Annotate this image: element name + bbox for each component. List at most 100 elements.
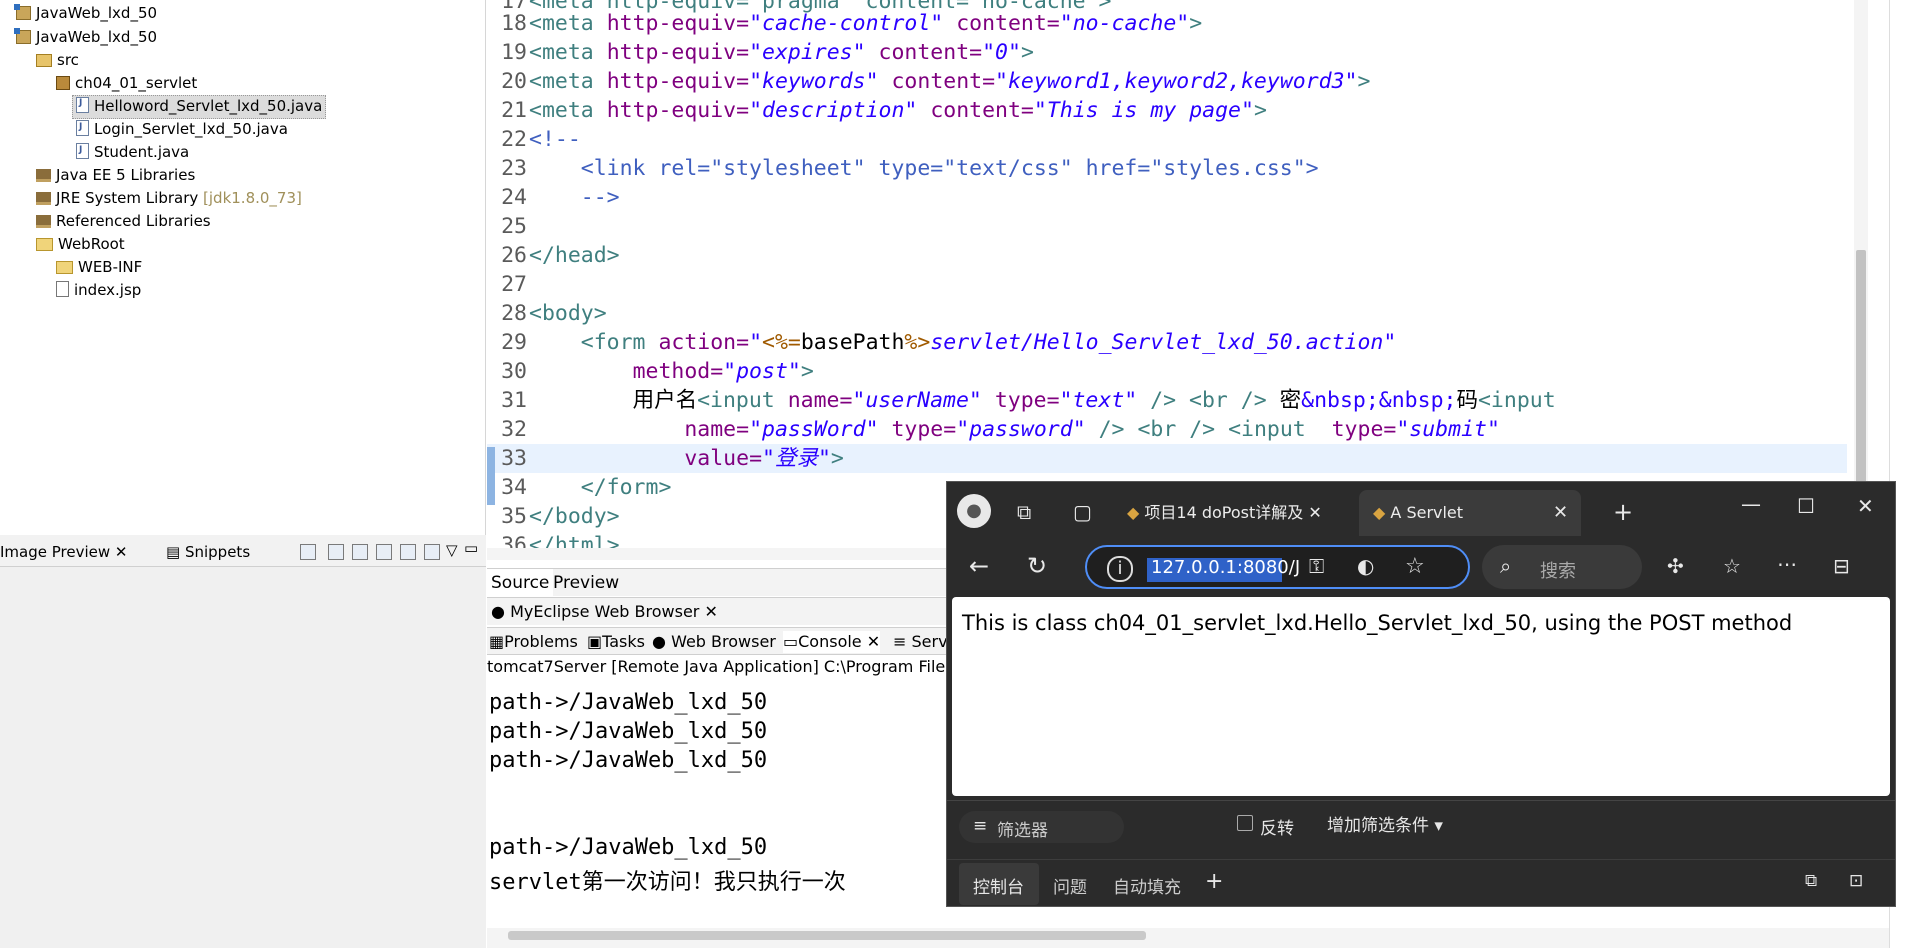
code-line: 26</head> xyxy=(501,243,620,268)
globe-icon: ● xyxy=(491,602,505,621)
browser-tab-1[interactable]: ◆ 项目14 doPost详解及 ✕ xyxy=(1127,492,1322,534)
tab-myeclipse-web-browser[interactable]: ● MyEclipse Web Browser ✕ xyxy=(491,601,718,623)
close-icon[interactable]: ✕ xyxy=(1553,502,1568,523)
close-icon[interactable]: ✕ xyxy=(704,602,717,621)
close-icon[interactable]: ✕ xyxy=(867,632,880,651)
refresh-icon[interactable]: ↻ xyxy=(1027,552,1047,580)
java-file-icon xyxy=(76,93,89,113)
code-line: 28<body> xyxy=(501,301,607,326)
back-icon[interactable]: ← xyxy=(969,552,989,580)
close-window-icon[interactable]: ✕ xyxy=(1857,494,1874,518)
workspaces-icon[interactable]: ⧉ xyxy=(1017,500,1031,524)
tree-item-folder[interactable]: WebRoot xyxy=(36,233,125,255)
new-tab-icon[interactable]: + xyxy=(1613,498,1633,526)
add-filter-dropdown[interactable]: 增加筛选条件 ▾ xyxy=(1327,811,1443,836)
tree-item-src[interactable]: src xyxy=(36,49,79,71)
browser-tab-2[interactable]: ◆ A Servlet xyxy=(1373,492,1463,534)
console-line: path->/JavaWeb_lxd_50 xyxy=(489,690,768,715)
tree-item-project[interactable]: JavaWeb_lxd_50 xyxy=(14,2,157,24)
java-file-icon xyxy=(76,139,89,161)
tree-item-library[interactable]: Java EE 5 Libraries xyxy=(36,164,195,186)
code-line: 35</body> xyxy=(501,504,620,529)
devtools-tab-issues[interactable]: 问题 xyxy=(1053,873,1087,898)
tree-item-library[interactable]: Referenced Libraries xyxy=(36,210,211,232)
fit-icon[interactable] xyxy=(400,544,416,560)
devtools-tab-autofill[interactable]: 自动填充 xyxy=(1113,873,1181,898)
code-line: 24 --> xyxy=(501,185,620,210)
code-line: 21<meta http-equiv="description" content… xyxy=(501,98,1267,123)
tab-source[interactable]: Source xyxy=(487,569,554,597)
actual-size-icon[interactable] xyxy=(424,544,440,560)
devtools-tab-bar xyxy=(947,859,1895,906)
console-tab-bar: ▦Problems ▣Tasks ● Web Browser ▭Console … xyxy=(487,627,957,655)
tree-item-library[interactable]: JRE System Library [jdk1.8.0_73] xyxy=(36,187,302,209)
preview-tab-bar: Image Preview ✕ ▤ Snippets ▽ ▭ xyxy=(0,535,486,567)
site-info-icon[interactable]: i xyxy=(1107,556,1133,582)
key-icon[interactable]: ⚿ xyxy=(1309,554,1324,578)
devtools-tab-console[interactable]: 控制台 xyxy=(973,873,1024,898)
editor-horizontal-scrollbar[interactable] xyxy=(487,548,987,560)
tab-web-browser[interactable]: ● Web Browser xyxy=(652,631,776,653)
tree-item-folder[interactable]: WEB-INF xyxy=(56,256,142,278)
library-icon xyxy=(36,192,51,205)
editor-mode-tabs: Source Preview xyxy=(487,568,947,597)
image-icon[interactable] xyxy=(328,544,344,560)
zoom-in-icon[interactable] xyxy=(376,544,392,560)
tree-item-java-file[interactable]: Helloword_Servlet_lxd_50.java xyxy=(72,93,327,119)
sidebar-icon[interactable]: ⊟ xyxy=(1833,554,1850,578)
console-scrollbar-thumb[interactable] xyxy=(508,931,1146,940)
tree-item-file[interactable]: index.jsp xyxy=(56,279,141,301)
package-icon xyxy=(56,76,70,90)
code-line: 25 xyxy=(501,214,527,239)
close-icon[interactable]: ✕ xyxy=(115,543,128,561)
code-line: 19<meta http-equiv="expires" content="0"… xyxy=(501,40,1034,65)
library-icon xyxy=(36,215,51,228)
maximize-icon[interactable]: ☐ xyxy=(1797,494,1815,518)
code-line: 23 <link rel="stylesheet" type="text/css… xyxy=(501,156,1319,181)
tree-item-java-file[interactable]: Login_Servlet_lxd_50.java xyxy=(76,116,288,140)
web-browser-view-tab-bar: ● MyEclipse Web Browser ✕ xyxy=(487,597,947,625)
tab-snippets[interactable]: ▤ Snippets xyxy=(166,541,250,563)
code-line: 29 <form action="<%=basePath%>servlet/He… xyxy=(501,330,1397,355)
link-icon[interactable] xyxy=(300,544,316,560)
code-editor[interactable]: 17<meta http-equiv="pragma" content="no-… xyxy=(487,0,1889,548)
tree-item-package[interactable]: ch04_01_servlet xyxy=(56,72,197,94)
browser-window: ● ⧉ ▢ ◆ 项目14 doPost详解及 ✕ ◆ A Servlet ✕ +… xyxy=(946,481,1896,907)
close-icon[interactable]: ✕ xyxy=(1308,503,1321,522)
tab-preview[interactable]: Preview xyxy=(549,569,623,597)
address-text[interactable]: 127.0.0.1:8080/J xyxy=(1151,557,1300,578)
code-line: 27 xyxy=(501,272,527,297)
code-line: 20<meta http-equiv="keywords" content="k… xyxy=(501,69,1371,94)
add-tab-icon[interactable]: + xyxy=(1205,869,1223,894)
console-output[interactable]: path->/JavaWeb_lxd_50 path->/JavaWeb_lxd… xyxy=(487,680,947,930)
tab-image-preview[interactable]: Image Preview ✕ xyxy=(0,541,128,563)
favorite-star-icon[interactable]: ☆ xyxy=(1405,554,1425,579)
image-preview-area xyxy=(0,567,486,948)
more-icon[interactable]: ⋯ xyxy=(1777,552,1797,576)
extensions-icon[interactable]: ✣ xyxy=(1667,554,1684,578)
dock-icon[interactable]: ⧉ xyxy=(1805,871,1817,891)
minimize-icon[interactable]: — xyxy=(1741,492,1761,516)
java-file-icon xyxy=(76,116,89,138)
editor-scrollbar-thumb[interactable] xyxy=(1856,250,1866,490)
console-line: path->/JavaWeb_lxd_50 xyxy=(489,719,768,744)
undock-icon[interactable]: ⊡ xyxy=(1849,871,1863,891)
problems-icon: ▦ xyxy=(489,632,505,651)
console-title: tomcat7Server [Remote Java Application] … xyxy=(487,655,947,679)
invert-checkbox[interactable] xyxy=(1237,815,1253,831)
profile-avatar-icon[interactable]: ● xyxy=(957,494,991,528)
console-icon: ▭ xyxy=(783,632,799,651)
edge-icon[interactable]: ◐ xyxy=(1357,554,1374,578)
tree-item-java-file[interactable]: Student.java xyxy=(76,139,189,163)
minimize-icon[interactable]: ▭ xyxy=(464,537,478,559)
tree-item-project[interactable]: JavaWeb_lxd_50 xyxy=(14,26,157,48)
tab-console[interactable]: ▭Console ✕ xyxy=(783,631,881,653)
change-marker xyxy=(487,447,495,505)
view-menu-icon[interactable]: ▽ xyxy=(446,539,458,561)
tab-problems[interactable]: ▦Problems xyxy=(489,631,578,653)
tab-actions-icon[interactable]: ▢ xyxy=(1073,500,1092,524)
favorites-icon[interactable]: ☆ xyxy=(1723,554,1741,578)
zoom-out-icon[interactable] xyxy=(352,544,368,560)
tab-tasks[interactable]: ▣Tasks xyxy=(587,631,645,653)
filter-placeholder: 筛选器 xyxy=(997,821,1048,841)
